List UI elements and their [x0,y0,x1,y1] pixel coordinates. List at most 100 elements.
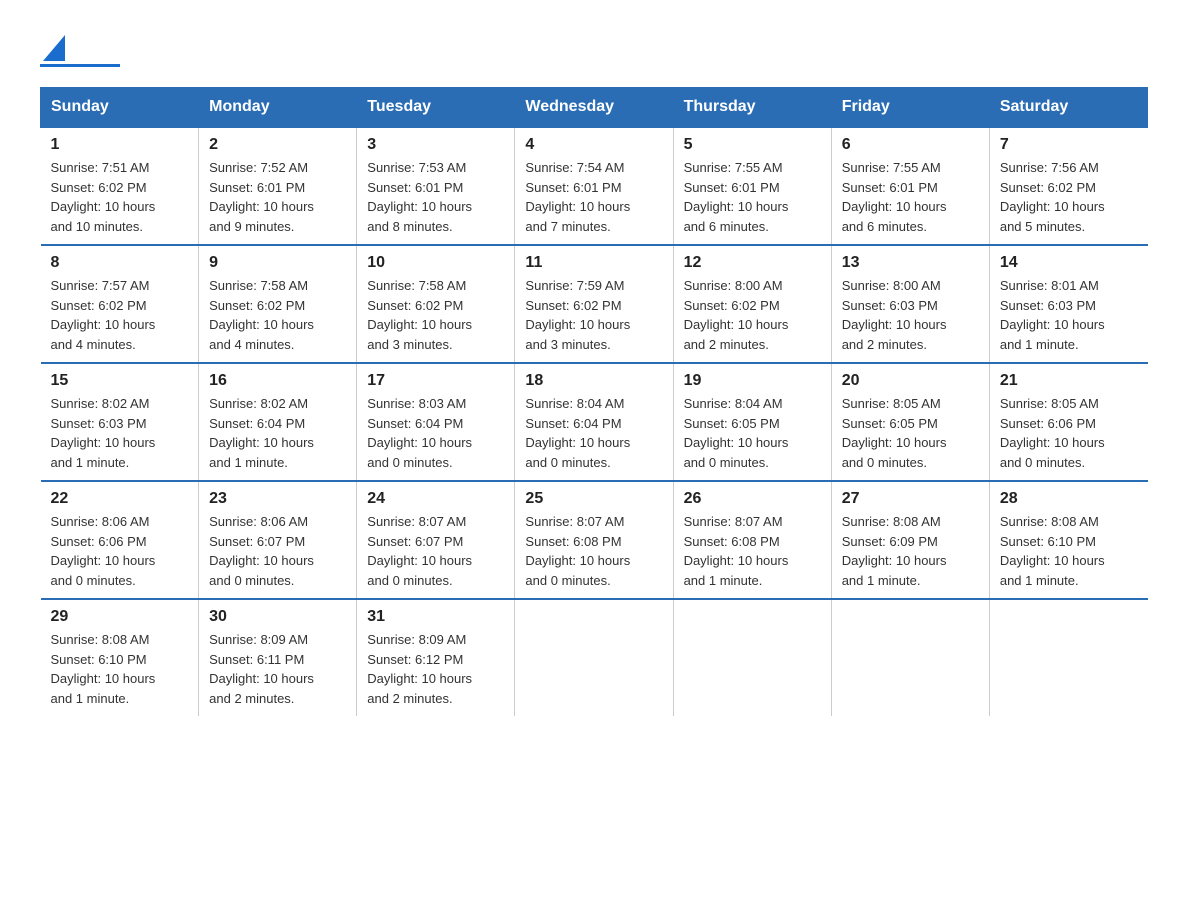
calendar-day: 31 Sunrise: 8:09 AM Sunset: 6:12 PM Dayl… [357,599,515,716]
day-number: 12 [684,254,821,272]
calendar-day: 11 Sunrise: 7:59 AM Sunset: 6:02 PM Dayl… [515,245,673,363]
day-number: 17 [367,372,504,390]
calendar-day [673,599,831,716]
day-info: Sunrise: 8:04 AM Sunset: 6:05 PM Dayligh… [684,394,821,472]
day-info: Sunrise: 8:06 AM Sunset: 6:06 PM Dayligh… [51,512,189,590]
day-info: Sunrise: 8:05 AM Sunset: 6:05 PM Dayligh… [842,394,979,472]
calendar-day: 16 Sunrise: 8:02 AM Sunset: 6:04 PM Dayl… [199,363,357,481]
day-number: 30 [209,608,346,626]
calendar-day: 5 Sunrise: 7:55 AM Sunset: 6:01 PM Dayli… [673,127,831,245]
day-number: 27 [842,490,979,508]
day-number: 22 [51,490,189,508]
day-number: 3 [367,136,504,154]
day-info: Sunrise: 7:54 AM Sunset: 6:01 PM Dayligh… [525,158,662,236]
day-info: Sunrise: 7:58 AM Sunset: 6:02 PM Dayligh… [367,276,504,354]
day-number: 16 [209,372,346,390]
calendar-day: 29 Sunrise: 8:08 AM Sunset: 6:10 PM Dayl… [41,599,199,716]
day-info: Sunrise: 7:53 AM Sunset: 6:01 PM Dayligh… [367,158,504,236]
day-number: 26 [684,490,821,508]
day-info: Sunrise: 7:56 AM Sunset: 6:02 PM Dayligh… [1000,158,1138,236]
day-number: 24 [367,490,504,508]
calendar-day: 28 Sunrise: 8:08 AM Sunset: 6:10 PM Dayl… [989,481,1147,599]
header-wednesday: Wednesday [515,88,673,128]
day-info: Sunrise: 7:55 AM Sunset: 6:01 PM Dayligh… [684,158,821,236]
header-thursday: Thursday [673,88,831,128]
header-saturday: Saturday [989,88,1147,128]
calendar-day: 4 Sunrise: 7:54 AM Sunset: 6:01 PM Dayli… [515,127,673,245]
calendar-day: 2 Sunrise: 7:52 AM Sunset: 6:01 PM Dayli… [199,127,357,245]
day-number: 25 [525,490,662,508]
calendar-day [515,599,673,716]
calendar-week-5: 29 Sunrise: 8:08 AM Sunset: 6:10 PM Dayl… [41,599,1148,716]
day-number: 29 [51,608,189,626]
day-number: 13 [842,254,979,272]
day-number: 31 [367,608,504,626]
header-monday: Monday [199,88,357,128]
day-info: Sunrise: 7:51 AM Sunset: 6:02 PM Dayligh… [51,158,189,236]
day-info: Sunrise: 8:02 AM Sunset: 6:03 PM Dayligh… [51,394,189,472]
calendar-day: 3 Sunrise: 7:53 AM Sunset: 6:01 PM Dayli… [357,127,515,245]
calendar-week-4: 22 Sunrise: 8:06 AM Sunset: 6:06 PM Dayl… [41,481,1148,599]
day-info: Sunrise: 7:58 AM Sunset: 6:02 PM Dayligh… [209,276,346,354]
calendar-header-row: SundayMondayTuesdayWednesdayThursdayFrid… [41,88,1148,128]
day-info: Sunrise: 8:08 AM Sunset: 6:09 PM Dayligh… [842,512,979,590]
calendar-table: SundayMondayTuesdayWednesdayThursdayFrid… [40,87,1148,716]
calendar-day: 1 Sunrise: 7:51 AM Sunset: 6:02 PM Dayli… [41,127,199,245]
calendar-day: 8 Sunrise: 7:57 AM Sunset: 6:02 PM Dayli… [41,245,199,363]
day-info: Sunrise: 8:02 AM Sunset: 6:04 PM Dayligh… [209,394,346,472]
day-info: Sunrise: 8:06 AM Sunset: 6:07 PM Dayligh… [209,512,346,590]
day-number: 8 [51,254,189,272]
calendar-week-2: 8 Sunrise: 7:57 AM Sunset: 6:02 PM Dayli… [41,245,1148,363]
calendar-week-1: 1 Sunrise: 7:51 AM Sunset: 6:02 PM Dayli… [41,127,1148,245]
calendar-day: 9 Sunrise: 7:58 AM Sunset: 6:02 PM Dayli… [199,245,357,363]
calendar-day: 14 Sunrise: 8:01 AM Sunset: 6:03 PM Dayl… [989,245,1147,363]
day-info: Sunrise: 8:04 AM Sunset: 6:04 PM Dayligh… [525,394,662,472]
day-info: Sunrise: 8:00 AM Sunset: 6:03 PM Dayligh… [842,276,979,354]
calendar-day: 26 Sunrise: 8:07 AM Sunset: 6:08 PM Dayl… [673,481,831,599]
logo [40,30,120,67]
day-number: 11 [525,254,662,272]
calendar-day: 7 Sunrise: 7:56 AM Sunset: 6:02 PM Dayli… [989,127,1147,245]
day-info: Sunrise: 8:03 AM Sunset: 6:04 PM Dayligh… [367,394,504,472]
day-number: 9 [209,254,346,272]
day-info: Sunrise: 8:08 AM Sunset: 6:10 PM Dayligh… [51,630,189,708]
day-number: 15 [51,372,189,390]
calendar-day: 6 Sunrise: 7:55 AM Sunset: 6:01 PM Dayli… [831,127,989,245]
calendar-day: 27 Sunrise: 8:08 AM Sunset: 6:09 PM Dayl… [831,481,989,599]
day-info: Sunrise: 8:07 AM Sunset: 6:08 PM Dayligh… [525,512,662,590]
calendar-day [831,599,989,716]
calendar-day: 19 Sunrise: 8:04 AM Sunset: 6:05 PM Dayl… [673,363,831,481]
day-number: 28 [1000,490,1138,508]
day-info: Sunrise: 7:52 AM Sunset: 6:01 PM Dayligh… [209,158,346,236]
day-info: Sunrise: 7:55 AM Sunset: 6:01 PM Dayligh… [842,158,979,236]
calendar-week-3: 15 Sunrise: 8:02 AM Sunset: 6:03 PM Dayl… [41,363,1148,481]
calendar-day: 12 Sunrise: 8:00 AM Sunset: 6:02 PM Dayl… [673,245,831,363]
header-sunday: Sunday [41,88,199,128]
day-number: 6 [842,136,979,154]
calendar-day: 24 Sunrise: 8:07 AM Sunset: 6:07 PM Dayl… [357,481,515,599]
day-number: 7 [1000,136,1138,154]
day-info: Sunrise: 8:07 AM Sunset: 6:08 PM Dayligh… [684,512,821,590]
day-number: 19 [684,372,821,390]
calendar-day: 20 Sunrise: 8:05 AM Sunset: 6:05 PM Dayl… [831,363,989,481]
day-number: 18 [525,372,662,390]
page-header [40,30,1148,67]
calendar-day: 21 Sunrise: 8:05 AM Sunset: 6:06 PM Dayl… [989,363,1147,481]
day-number: 10 [367,254,504,272]
day-number: 5 [684,136,821,154]
calendar-day: 13 Sunrise: 8:00 AM Sunset: 6:03 PM Dayl… [831,245,989,363]
header-tuesday: Tuesday [357,88,515,128]
logo-triangle-icon [43,35,65,61]
day-number: 1 [51,136,189,154]
day-number: 20 [842,372,979,390]
calendar-day: 30 Sunrise: 8:09 AM Sunset: 6:11 PM Dayl… [199,599,357,716]
logo-underline [40,64,120,67]
day-info: Sunrise: 8:09 AM Sunset: 6:11 PM Dayligh… [209,630,346,708]
calendar-day: 15 Sunrise: 8:02 AM Sunset: 6:03 PM Dayl… [41,363,199,481]
calendar-day: 10 Sunrise: 7:58 AM Sunset: 6:02 PM Dayl… [357,245,515,363]
day-info: Sunrise: 8:07 AM Sunset: 6:07 PM Dayligh… [367,512,504,590]
calendar-day: 17 Sunrise: 8:03 AM Sunset: 6:04 PM Dayl… [357,363,515,481]
day-info: Sunrise: 8:01 AM Sunset: 6:03 PM Dayligh… [1000,276,1138,354]
calendar-day: 23 Sunrise: 8:06 AM Sunset: 6:07 PM Dayl… [199,481,357,599]
calendar-day: 18 Sunrise: 8:04 AM Sunset: 6:04 PM Dayl… [515,363,673,481]
